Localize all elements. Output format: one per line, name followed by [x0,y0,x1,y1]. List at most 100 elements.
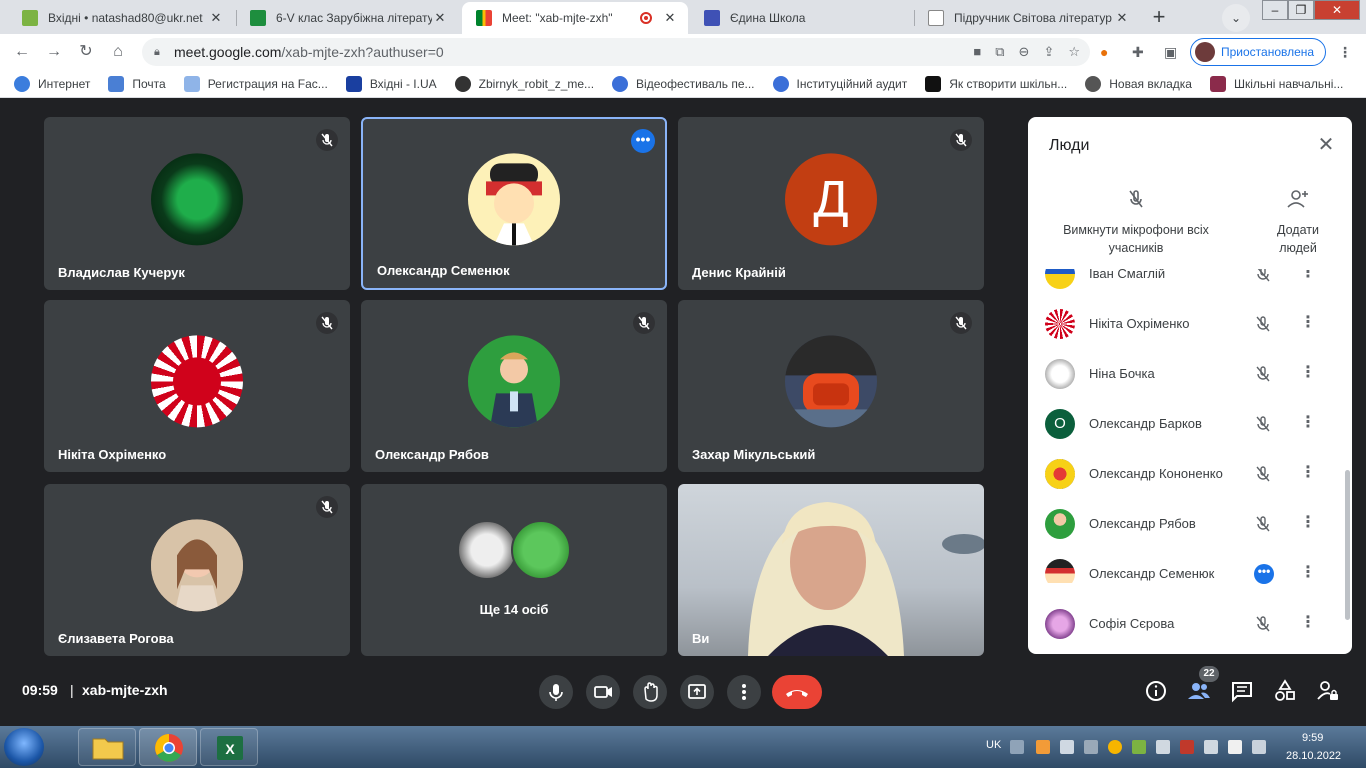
tray-app-icon[interactable] [1132,740,1146,754]
participant-tile[interactable]: Єлизавета Рогова [44,484,350,656]
list-item[interactable]: Іван Смаглій ⋮ [1028,269,1352,299]
bookmark-item[interactable]: Як створити шкільн... [925,75,1067,92]
list-item[interactable]: Олександр Кононенко ⋮ [1028,449,1352,499]
address-bar[interactable]: 🔒︎ meet.google.com/xab-mjte-zxh?authuser… [142,38,1090,66]
participant-tile[interactable]: Владислав Кучерук [44,117,350,290]
tray-arrow-icon[interactable] [1252,740,1266,754]
tab-school[interactable]: Єдина Школа [690,2,912,34]
more-options-icon[interactable]: ⋮ [1300,364,1316,384]
mic-off-icon [1256,616,1270,632]
tray-app-icon[interactable] [1108,740,1122,754]
panel-scrollbar[interactable] [1345,470,1350,620]
raise-hand-button[interactable] [633,675,667,709]
extension-fire-icon[interactable]: ● [1100,44,1108,60]
participant-tile[interactable]: Д Денис Крайній [678,117,984,290]
chrome-taskbar-item[interactable] [139,728,197,766]
more-options-icon[interactable]: ⋮ [1300,269,1316,284]
more-options-icon[interactable]: ••• [631,129,655,153]
bookmark-item[interactable]: Zbirnyk_robit_z_me... [454,75,594,92]
translate-icon[interactable]: ⧉ [995,44,1004,60]
tab-mail[interactable]: Вхідні • natashad80@ukr.net ✕ [8,2,234,34]
tab-classroom[interactable]: 6-V клас Зарубіжна літератур ✕ [236,2,458,34]
action-center-icon[interactable] [1228,740,1242,754]
bookmark-item[interactable]: Відеофестиваль пе... [612,75,755,92]
list-item[interactable]: О Олександр Барков ⋮ [1028,399,1352,449]
camera-icon[interactable]: ■ [973,44,981,60]
network-icon[interactable] [1204,740,1218,754]
zoom-icon[interactable]: ⊖ [1019,44,1030,60]
close-icon[interactable]: ✕ [432,10,448,26]
start-button[interactable] [4,728,44,766]
close-icon[interactable]: ✕ [1114,10,1130,26]
tab-search-button[interactable]: ⌄ [1222,4,1250,32]
activities-button[interactable] [1272,678,1298,704]
list-item[interactable]: Олександр Рябов ⋮ [1028,499,1352,549]
side-panel-icon[interactable]: ▣ [1164,44,1177,61]
profile-button[interactable]: Приостановлена [1190,38,1326,66]
bookmark-item[interactable]: Регистрация на Fac... [183,75,328,92]
close-window-button[interactable]: ✕ [1314,0,1360,20]
tray-app-icon[interactable] [1156,740,1170,754]
language-indicator[interactable]: UK [986,739,1001,751]
bookmark-item[interactable]: Вхідні - I.UA [345,75,437,92]
host-controls-button[interactable] [1315,678,1341,704]
chat-button[interactable] [1229,678,1255,704]
bookmark-item[interactable]: Інституційний аудит [772,75,907,92]
participant-tile[interactable]: Нікіта Охріменко [44,300,350,472]
explorer-taskbar-item[interactable] [78,728,136,766]
clock-date[interactable]: 28.10.2022 [1286,750,1341,762]
tray-app-icon[interactable] [1036,740,1050,754]
more-options-icon[interactable]: ⋮ [1300,614,1316,634]
bookmark-star-icon[interactable]: ☆ [1068,44,1080,60]
meeting-details-button[interactable] [1143,678,1169,704]
tab-textbook[interactable]: Підручник Світова літератур ✕ [914,2,1140,34]
more-participants-tile[interactable]: Ще 14 осіб [361,484,667,656]
tab-meet[interactable]: Meet: "xab-mjte-zxh" ✕ [462,2,688,34]
share-icon[interactable]: ⇪ [1043,44,1054,60]
volume-icon[interactable] [1180,740,1194,754]
self-video-tile[interactable]: Ви [678,484,984,656]
bookmark-item[interactable]: Почта [108,75,166,92]
more-options-icon[interactable]: ⋮ [1300,564,1316,584]
present-screen-button[interactable] [680,675,714,709]
restore-button[interactable]: ❐ [1288,0,1314,20]
close-icon[interactable]: ✕ [1316,135,1336,155]
add-people-button[interactable]: Додати людей [1260,187,1336,257]
clock-time[interactable]: 9:59 [1302,732,1323,744]
leave-call-button[interactable] [772,675,822,709]
back-button[interactable]: ← [10,40,34,64]
keyboard-icon[interactable] [1010,740,1024,754]
participant-tile[interactable]: ••• Олександр Семенюк [361,117,667,290]
new-tab-button[interactable]: + [1145,4,1173,32]
list-item[interactable]: Ніна Бочка ⋮ [1028,349,1352,399]
close-icon[interactable]: ✕ [208,10,224,26]
mute-all-button[interactable]: Вимкнути мікрофони всіх учасників [1050,187,1222,257]
menu-kebab-icon[interactable]: ⋮ [1338,44,1352,61]
forward-button[interactable]: → [42,40,66,64]
bookmark-item[interactable]: Новая вкладка [1085,75,1192,92]
list-item[interactable]: Софія Сєрова ⋮ [1028,599,1352,649]
more-options-icon[interactable]: ⋮ [1300,314,1316,334]
tray-app-icon[interactable] [1060,740,1074,754]
participant-tile[interactable]: Захар Мікульський [678,300,984,472]
excel-taskbar-item[interactable]: X [200,728,258,766]
home-button[interactable]: ⌂ [106,40,130,64]
more-options-icon[interactable]: ⋮ [1300,464,1316,484]
participant-name: Олександр Рябов [375,447,489,462]
more-options-icon[interactable]: ⋮ [1300,514,1316,534]
bookmark-item[interactable]: Шкільні навчальні... [1209,75,1343,92]
extensions-puzzle-icon[interactable]: ✚ [1132,44,1144,61]
tray-app-icon[interactable] [1084,740,1098,754]
microphone-button[interactable] [539,675,573,709]
bookmark-item[interactable]: Интернет [14,75,90,92]
close-icon[interactable]: ✕ [662,10,678,26]
participant-name: Олександр Барков [1089,416,1202,431]
camera-button[interactable] [586,675,620,709]
more-options-icon[interactable]: ⋮ [1300,414,1316,434]
participant-tile[interactable]: Олександр Рябов [361,300,667,472]
more-options-button[interactable] [727,675,761,709]
minimize-button[interactable]: – [1262,0,1288,20]
list-item[interactable]: Олександр Семенюк ••• ⋮ [1028,549,1352,599]
reload-button[interactable]: ↻ [74,40,98,64]
list-item[interactable]: Нікіта Охріменко ⋮ [1028,299,1352,349]
